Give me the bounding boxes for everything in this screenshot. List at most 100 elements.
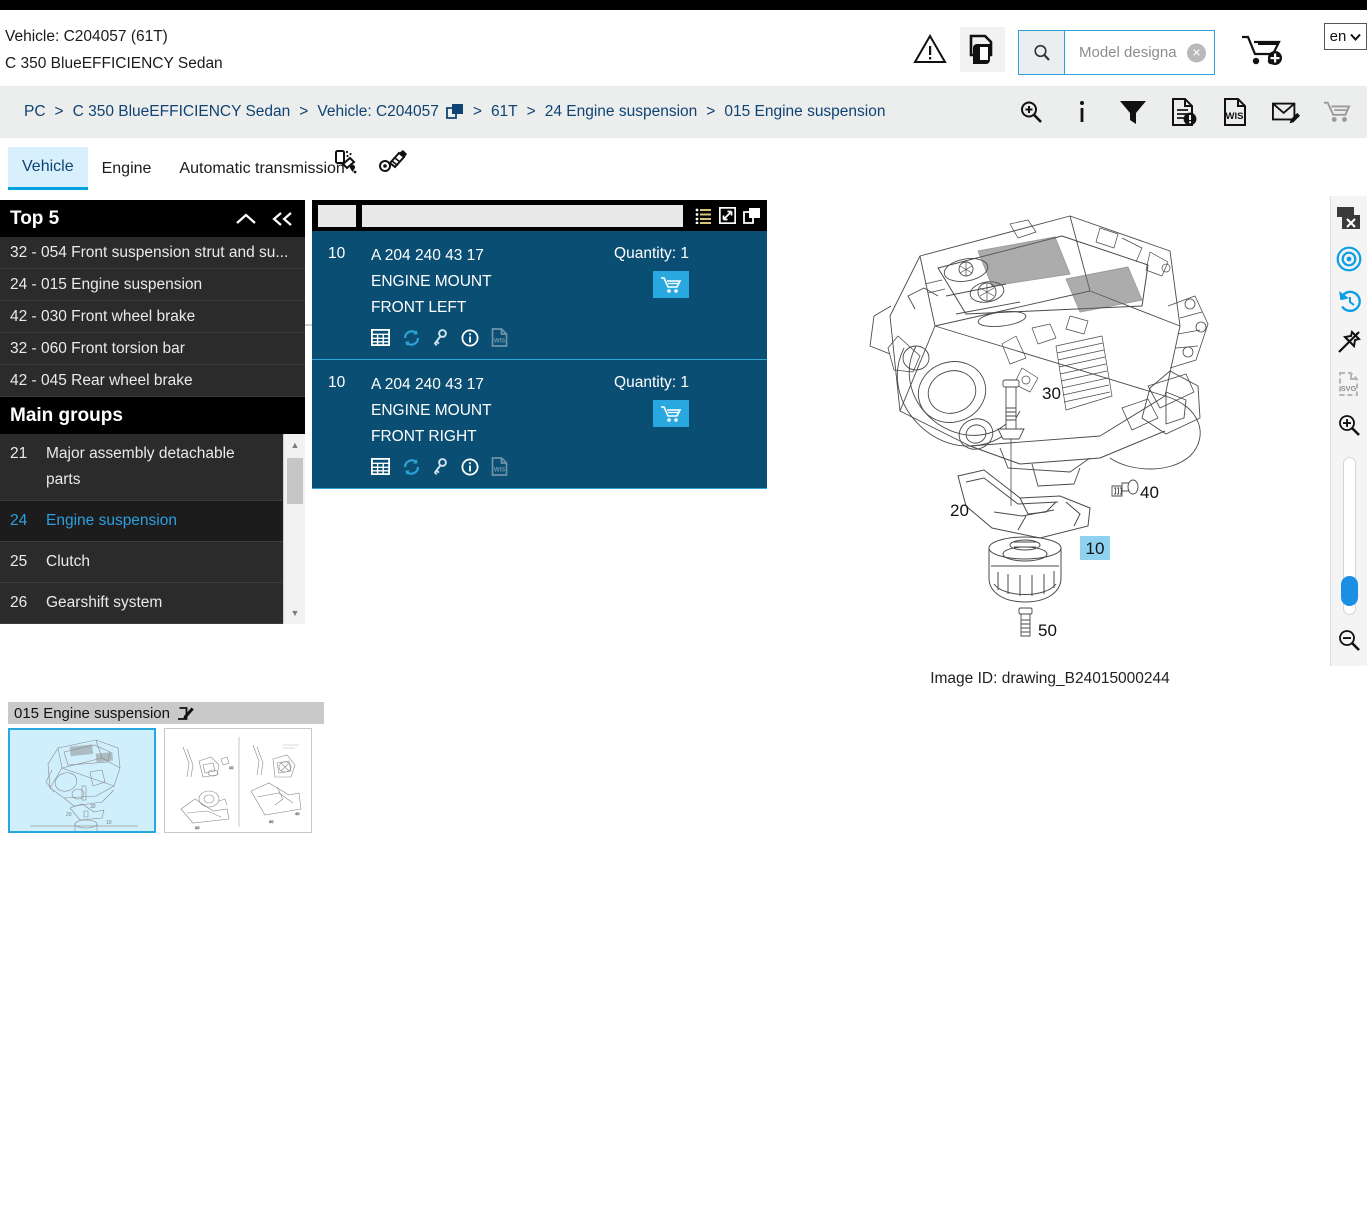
- add-to-cart-button[interactable]: [653, 400, 689, 427]
- breadcrumb-item-group[interactable]: 24 Engine suspension: [545, 103, 698, 121]
- wis-document-icon[interactable]: WIS: [491, 457, 508, 476]
- info-icon[interactable]: [1068, 98, 1096, 126]
- key-icon[interactable]: [433, 329, 449, 347]
- breadcrumb-item-pc[interactable]: PC: [24, 103, 46, 121]
- filter-icon[interactable]: [1119, 98, 1147, 126]
- part-quantity: Quantity: 1: [614, 374, 689, 392]
- warning-triangle-icon[interactable]: [913, 34, 947, 64]
- copy-icon[interactable]: [743, 207, 761, 224]
- thumbnail-engine-assembly[interactable]: 30 20 10: [8, 728, 156, 833]
- copy-documents-icon: [968, 34, 998, 66]
- top5-item-3[interactable]: 32 - 060 Front torsion bar: [0, 333, 305, 365]
- key-icon[interactable]: [433, 458, 449, 476]
- close-window-icon[interactable]: [1332, 202, 1366, 233]
- breadcrumb-separator: >: [473, 103, 482, 121]
- svg-export-icon[interactable]: SVG: [1332, 368, 1366, 399]
- breadcrumb-item-vehicle[interactable]: Vehicle: C204057: [317, 103, 439, 121]
- unpin-icon[interactable]: [1332, 326, 1366, 357]
- parts-header-icons: [689, 207, 761, 224]
- breadcrumb-item-subgroup[interactable]: 015 Engine suspension: [724, 103, 885, 121]
- top5-controls: [235, 200, 295, 237]
- top5-item-0[interactable]: 32 - 054 Front suspension strut and su..…: [0, 237, 305, 269]
- part-card-1[interactable]: 10 A 204 240 43 17 ENGINE MOUNT FRONT RI…: [312, 360, 767, 489]
- zoom-slider-handle[interactable]: [1341, 576, 1358, 606]
- part-variant: FRONT RIGHT: [371, 424, 755, 450]
- svg-text:SVG: SVG: [1341, 384, 1357, 393]
- zoom-slider[interactable]: [1343, 457, 1356, 615]
- refresh-icon[interactable]: [402, 458, 421, 476]
- scroll-up-icon[interactable]: ▲: [284, 436, 305, 454]
- double-chevron-left-icon[interactable]: [271, 211, 295, 227]
- main-groups-scrollbar[interactable]: ▲ ▼: [283, 434, 305, 624]
- top5-list: 32 - 054 Front suspension strut and su..…: [0, 237, 305, 397]
- model-search-input[interactable]: Model designa ✕: [1065, 31, 1214, 74]
- thumbnail-strip-label: 015 Engine suspension: [14, 705, 170, 722]
- scroll-down-icon[interactable]: ▼: [284, 604, 305, 622]
- breadcrumb: PC > C 350 BlueEFFICIENCY Sedan > Vehicl…: [24, 86, 885, 138]
- thumbnail-list: 30 20 10 10: [8, 728, 324, 833]
- part-action-icons: WIS: [371, 457, 755, 476]
- breadcrumb-separator: >: [55, 103, 64, 121]
- cart-add-icon[interactable]: [1240, 32, 1286, 72]
- top5-title: Top 5: [10, 208, 59, 230]
- top5-item-1[interactable]: 24 - 015 Engine suspension: [0, 269, 305, 301]
- zoom-in-icon[interactable]: [1332, 409, 1366, 440]
- top5-item-2[interactable]: 42 - 030 Front wheel brake: [0, 301, 305, 333]
- main-group-item-24[interactable]: 24 Engine suspension: [0, 501, 283, 542]
- info-circle-icon[interactable]: [461, 458, 479, 476]
- svg-text:WIS: WIS: [494, 468, 505, 474]
- copy-documents-button[interactable]: [960, 27, 1005, 72]
- undo-history-icon[interactable]: [1332, 285, 1366, 316]
- add-to-cart-button[interactable]: [653, 271, 689, 298]
- top5-item-label: 24 - 015 Engine suspension: [10, 276, 202, 294]
- copy-icon[interactable]: [446, 103, 464, 121]
- target-icon[interactable]: [1332, 243, 1366, 274]
- breadcrumb-item-model[interactable]: C 350 BlueEFFICIENCY Sedan: [73, 103, 291, 121]
- document-alert-icon[interactable]: [1170, 98, 1198, 126]
- breadcrumb-separator: >: [706, 103, 715, 121]
- main-group-item-25[interactable]: 25 Clutch: [0, 542, 283, 583]
- part-details: A 204 240 43 17 ENGINE MOUNT FRONT RIGHT: [371, 372, 755, 476]
- part-name: ENGINE MOUNT: [371, 398, 755, 424]
- mail-edit-icon[interactable]: [1272, 98, 1300, 126]
- chevron-up-icon[interactable]: [235, 211, 257, 227]
- parts-filter-field-wide[interactable]: [362, 205, 683, 227]
- tab-vehicle[interactable]: Vehicle: [8, 147, 88, 190]
- search-icon[interactable]: [1019, 31, 1065, 74]
- wis-document-icon[interactable]: WIS: [1221, 98, 1249, 126]
- refresh-icon[interactable]: [402, 329, 421, 347]
- breadcrumb-item-61t[interactable]: 61T: [491, 103, 518, 121]
- paint-spray-icon[interactable]: [330, 148, 360, 176]
- part-number: A 204 240 43 17: [371, 243, 755, 269]
- callout-10: 10: [1086, 539, 1105, 558]
- main-group-item-21[interactable]: 21 Major assembly detachable parts: [0, 434, 283, 501]
- scrollbar-thumb[interactable]: [287, 458, 303, 504]
- top5-item-4[interactable]: 42 - 045 Rear wheel brake: [0, 365, 305, 397]
- engine-suspension-drawing: 30 20 40: [770, 196, 1330, 666]
- cart-icon: [660, 405, 682, 423]
- thumbnail-mount-details[interactable]: 10 20: [164, 728, 312, 833]
- parts-filter-field-small[interactable]: [318, 205, 356, 227]
- top5-item-label: 32 - 054 Front suspension strut and su..…: [10, 244, 288, 262]
- tab-engine[interactable]: Engine: [88, 147, 166, 190]
- language-selector[interactable]: en: [1324, 23, 1367, 50]
- clear-icon[interactable]: ✕: [1187, 43, 1206, 62]
- zoom-out-icon[interactable]: [1332, 625, 1366, 656]
- cart-icon[interactable]: [1323, 98, 1351, 126]
- tab-engine-label: Engine: [102, 160, 152, 178]
- edit-icon[interactable]: [178, 705, 194, 721]
- table-icon[interactable]: [371, 458, 390, 475]
- part-card-0[interactable]: 10 A 204 240 43 17 ENGINE MOUNT FRONT LE…: [312, 231, 767, 360]
- expand-icon[interactable]: [719, 207, 736, 224]
- zoom-search-icon[interactable]: [1017, 98, 1045, 126]
- info-circle-icon[interactable]: [461, 329, 479, 347]
- list-view-icon[interactable]: [695, 208, 712, 224]
- part-number: A 204 240 43 17: [371, 372, 755, 398]
- bolt-wrench-icon[interactable]: [378, 148, 408, 176]
- table-icon[interactable]: [371, 329, 390, 346]
- svg-text:10: 10: [106, 820, 112, 826]
- part-drawing-canvas[interactable]: 30 20 40: [770, 196, 1330, 666]
- wis-document-icon[interactable]: WIS: [491, 328, 508, 347]
- main-group-item-26[interactable]: 26 Gearshift system: [0, 583, 283, 624]
- model-designation-search[interactable]: Model designa ✕: [1018, 30, 1215, 75]
